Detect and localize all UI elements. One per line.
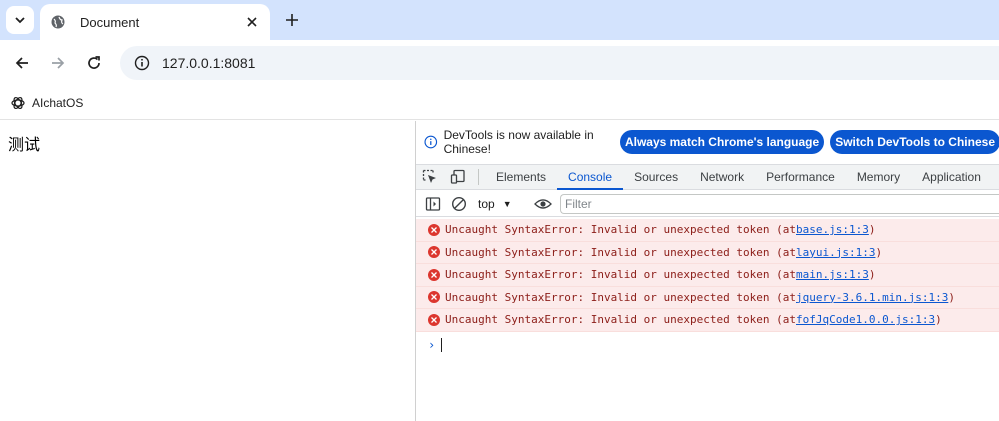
- tab-strip: Document: [0, 0, 999, 40]
- context-value: top: [478, 196, 495, 211]
- error-icon: [428, 246, 440, 259]
- tab-search-button[interactable]: [6, 6, 34, 34]
- console-messages: Uncaught SyntaxError: Invalid or unexpec…: [416, 219, 999, 356]
- bookmark-label: AIchatOS: [32, 96, 84, 110]
- reload-icon: [88, 56, 100, 69]
- live-expression-eye-icon[interactable]: [530, 193, 556, 215]
- prompt-chevron-icon: ›: [428, 337, 436, 352]
- error-icon: [428, 223, 440, 236]
- error-text: Uncaught SyntaxError: Invalid or unexpec…: [445, 268, 796, 282]
- error-text: Uncaught SyntaxError: Invalid or unexpec…: [445, 223, 796, 237]
- browser-toolbar: 127.0.0.1:8081: [0, 40, 999, 86]
- openai-logo-icon: [11, 96, 25, 110]
- tab-memory[interactable]: Memory: [846, 165, 911, 189]
- bookmarks-bar: AIchatOS: [0, 86, 999, 120]
- console-error-row: Uncaught SyntaxError: Invalid or unexpec…: [416, 286, 999, 309]
- tab-performance[interactable]: Performance: [755, 165, 846, 189]
- address-bar[interactable]: 127.0.0.1:8081: [120, 46, 999, 80]
- devtools-language-infobar: DevTools is now available in Chinese! Al…: [416, 127, 999, 157]
- arrow-left-icon: [15, 57, 28, 69]
- site-info-icon[interactable]: [130, 51, 154, 75]
- reload-button[interactable]: [82, 51, 106, 75]
- new-tab-button[interactable]: [282, 10, 302, 30]
- sidebar-toggle-icon[interactable]: [420, 193, 446, 215]
- switch-to-chinese-button[interactable]: Switch DevTools to Chinese: [830, 130, 999, 154]
- infobar-message: DevTools is now available in Chinese!: [443, 128, 594, 156]
- error-suffix: ): [948, 290, 955, 304]
- console-error-row: Uncaught SyntaxError: Invalid or unexpec…: [416, 219, 999, 242]
- back-button[interactable]: [10, 51, 34, 75]
- url-text[interactable]: 127.0.0.1:8081: [162, 55, 255, 71]
- device-toolbar-icon[interactable]: [444, 165, 472, 189]
- console-filter-input[interactable]: Filter: [560, 193, 999, 214]
- devtools-tabbar: Elements Console Sources Network Perform…: [416, 164, 999, 190]
- browser-tab[interactable]: Document: [40, 4, 270, 40]
- error-text: Uncaught SyntaxError: Invalid or unexpec…: [445, 245, 796, 259]
- info-icon: [424, 135, 438, 149]
- error-source-link[interactable]: fofJqCode1.0.0.js:1:3: [796, 313, 935, 326]
- text-caret: [441, 337, 443, 352]
- chevron-down-icon: [15, 17, 25, 24]
- error-source-link[interactable]: main.js:1:3: [796, 268, 869, 281]
- error-suffix: ): [875, 245, 883, 259]
- always-match-language-button[interactable]: Always match Chrome's language: [619, 130, 825, 154]
- clear-console-icon[interactable]: [446, 193, 472, 215]
- error-source-link[interactable]: layui.js:1:3: [796, 246, 875, 259]
- console-error-row: Uncaught SyntaxError: Invalid or unexpec…: [416, 264, 999, 287]
- tab-elements[interactable]: Elements: [485, 165, 557, 189]
- arrow-right-icon: [52, 57, 65, 69]
- error-suffix: ): [868, 223, 876, 237]
- tab-sources[interactable]: Sources: [623, 165, 689, 189]
- error-icon: [428, 291, 440, 304]
- console-error-row: Uncaught SyntaxError: Invalid or unexpec…: [416, 241, 999, 264]
- inspect-element-icon[interactable]: [416, 165, 444, 189]
- caret-down-icon: ▼: [502, 198, 512, 209]
- tab-title: Document: [80, 14, 140, 30]
- page-viewport: 测试: [0, 121, 415, 421]
- tab-application[interactable]: Application: [911, 165, 992, 189]
- tab-network[interactable]: Network: [689, 165, 755, 189]
- forward-button[interactable]: [46, 51, 70, 75]
- error-suffix: ): [868, 268, 876, 282]
- error-icon: [428, 313, 440, 326]
- tab-console[interactable]: Console: [557, 165, 624, 190]
- devtools-panel: DevTools is now available in Chinese! Al…: [415, 121, 999, 421]
- error-suffix: ): [935, 313, 942, 327]
- error-text: Uncaught SyntaxError: Invalid or unexpec…: [445, 313, 796, 327]
- tabbar-divider: [478, 169, 479, 185]
- page-body-text: 测试: [8, 135, 41, 154]
- close-tab-icon[interactable]: [242, 12, 262, 32]
- console-error-row: Uncaught SyntaxError: Invalid or unexpec…: [416, 309, 999, 332]
- error-source-link[interactable]: jquery-3.6.1.min.js:1:3: [796, 291, 948, 304]
- error-icon: [428, 268, 440, 281]
- error-source-link[interactable]: base.js:1:3: [796, 223, 869, 236]
- globe-icon: [50, 14, 66, 30]
- console-toolbar: top ▼ Filter: [416, 191, 999, 217]
- console-prompt[interactable]: ›: [416, 334, 999, 356]
- bookmark-aichatos[interactable]: AIchatOS: [10, 92, 83, 114]
- error-text: Uncaught SyntaxError: Invalid or unexpec…: [445, 290, 796, 304]
- plus-icon: [286, 14, 298, 26]
- context-selector[interactable]: top ▼: [478, 197, 530, 211]
